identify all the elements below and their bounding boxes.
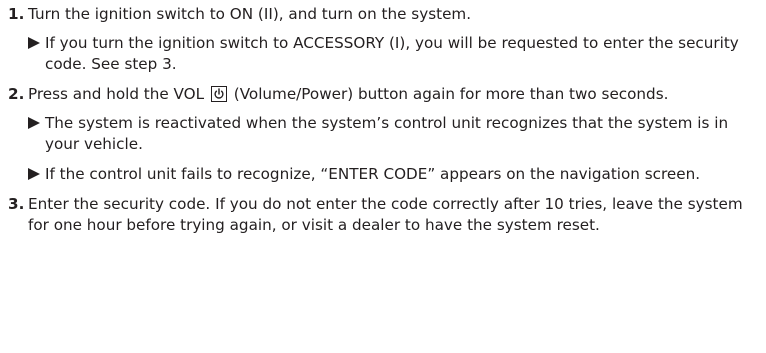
step-text: Turn the ignition switch to ON (II), and…: [28, 5, 472, 23]
step-1: 1. Turn the ignition switch to ON (II), …: [8, 4, 758, 75]
step-note: If you turn the ignition switch to ACCES…: [28, 33, 758, 75]
step-text-before-icon: Press and hold the VOL: [28, 85, 205, 103]
triangle-bullet-icon: [28, 168, 40, 180]
note-text: The system is reactivated when the syste…: [45, 114, 729, 153]
step-3: 3. Enter the security code. If you do no…: [8, 194, 758, 236]
step-text-after-icon: (Volume/Power) button again for more tha…: [233, 85, 669, 103]
step-note: The system is reactivated when the syste…: [28, 113, 758, 155]
step-note: If the control unit fails to recognize, …: [28, 164, 758, 185]
triangle-bullet-icon: [28, 117, 40, 129]
note-text: If you turn the ignition switch to ACCES…: [45, 34, 739, 73]
instruction-page: 1. Turn the ignition switch to ON (II), …: [0, 0, 766, 353]
power-icon: [210, 86, 227, 102]
note-text: If the control unit fails to recognize, …: [45, 165, 701, 183]
step-number: 1.: [8, 5, 25, 23]
step-number: 3.: [8, 195, 25, 213]
step-2: 2. Press and hold the VOL (Volume/Power)…: [8, 84, 758, 185]
step-number: 2.: [8, 85, 25, 103]
step-text: Press and hold the VOL (Volume/Power) bu…: [28, 84, 758, 105]
step-text: Enter the security code. If you do not e…: [28, 195, 743, 234]
triangle-bullet-icon: [28, 37, 40, 49]
